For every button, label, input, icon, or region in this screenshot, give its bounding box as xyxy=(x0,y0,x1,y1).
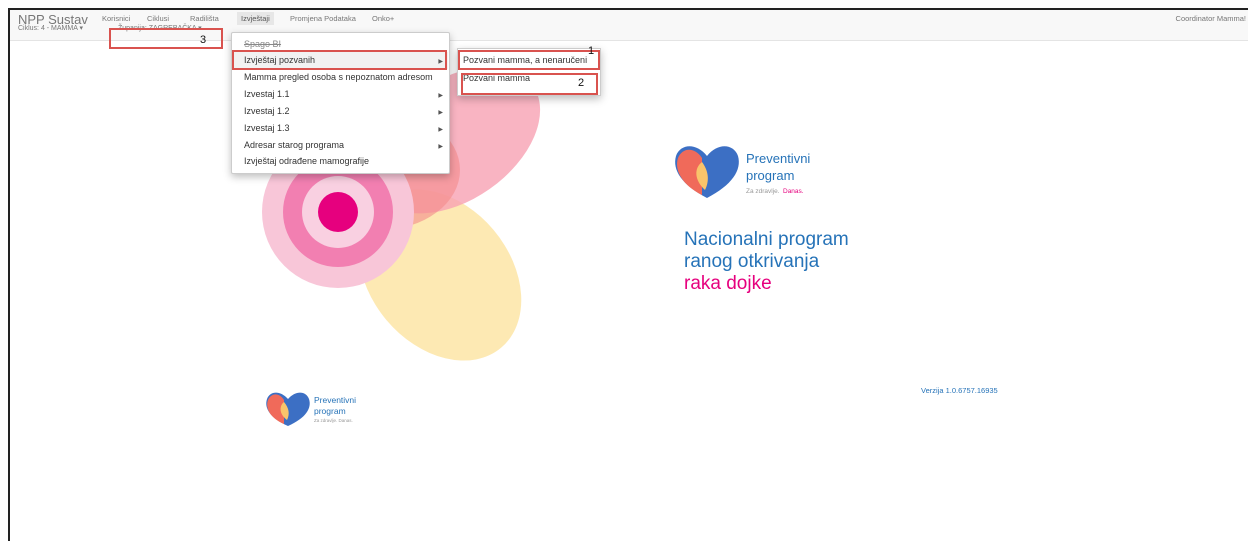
footer-logo-title-1: Preventivni xyxy=(314,395,357,405)
annotation-number-3: 3 xyxy=(200,34,207,46)
footer-heart-logo-icon xyxy=(266,392,310,426)
menu-item-izvestaj-1-3[interactable]: Izvestaj 1.3 xyxy=(244,123,290,133)
menu-item-adresar[interactable]: Adresar starog programa xyxy=(244,140,344,150)
menu-item-spago-bi[interactable]: Spago BI xyxy=(244,39,281,49)
nav-onko[interactable]: Onko+ xyxy=(372,14,394,23)
footer-logo-tagline: Za zdravlje. Danas. xyxy=(314,418,353,423)
menu-item-odradene-mamografije[interactable]: Izvještaj odrađene mamografije xyxy=(244,156,369,166)
caret-right-icon: ▶ xyxy=(438,93,443,99)
nav-ciklusi[interactable]: Ciklusi xyxy=(147,14,169,23)
background-graphic xyxy=(262,66,541,361)
user-menu[interactable]: Coordinator Mamma! xyxy=(1176,14,1246,23)
logo-title-2: program xyxy=(746,168,795,183)
caret-right-icon: ▶ xyxy=(438,110,443,116)
annotation-number-1: 1 xyxy=(588,45,595,57)
footer-logo-title-2: program xyxy=(314,406,346,416)
nav-radilista[interactable]: Radilišta xyxy=(190,14,219,23)
heart-logo-icon xyxy=(675,146,739,198)
nav-korisnici[interactable]: Korisnici xyxy=(102,14,130,23)
logo-tagline-b: Danas. xyxy=(783,188,804,195)
caret-right-icon: ▶ xyxy=(438,144,443,150)
logo-tagline-a: Za zdravlje. xyxy=(746,188,780,195)
heading-line-3: raka dojke xyxy=(684,273,772,294)
heading-line-1: Nacionalni program xyxy=(684,229,849,250)
nav-promjena-podataka[interactable]: Promjena Podataka xyxy=(290,14,356,23)
heading-line-2: ranog otkrivanja xyxy=(684,251,820,272)
menu-item-izvestaj-1-1[interactable]: Izvestaj 1.1 xyxy=(244,89,290,99)
center-dot xyxy=(318,192,358,232)
logo-title-1: Preventivni xyxy=(746,151,811,166)
menu-item-izvestaj-1-2[interactable]: Izvestaj 1.2 xyxy=(244,106,290,116)
annotation-box-1 xyxy=(458,50,600,70)
version-label: Verzija 1.0.6757.16935 xyxy=(921,386,998,395)
cycle-selector[interactable]: Ciklus: 4 - MAMMA ▾ xyxy=(18,24,83,32)
menu-item-mamma-pregled[interactable]: Mamma pregled osoba s nepoznatom adresom xyxy=(244,72,433,82)
annotation-box-menu xyxy=(232,50,447,70)
annotation-number-2: 2 xyxy=(578,77,585,89)
caret-right-icon: ▶ xyxy=(438,127,443,133)
nav-izvjestaji[interactable]: Izvještaji xyxy=(237,12,274,25)
